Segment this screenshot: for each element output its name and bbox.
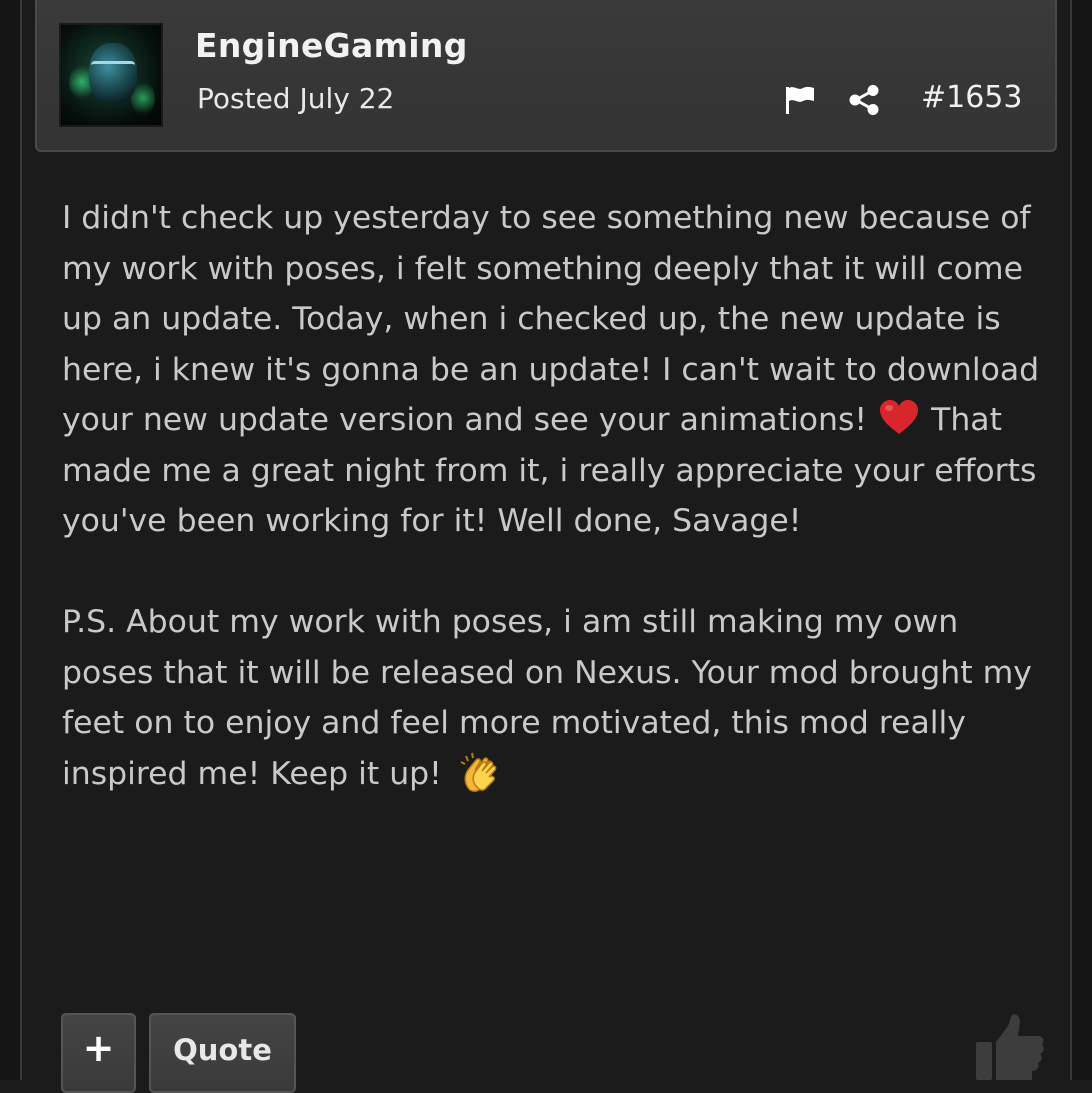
add-reaction-button[interactable]: + [61,1013,136,1093]
post-number-link[interactable]: #1653 [921,80,1022,115]
avatar[interactable] [59,23,163,127]
post-date: Posted July 22 [197,82,395,115]
author-name[interactable]: EngineGaming [195,26,468,65]
page-gutter-right [1072,0,1092,1080]
flag-icon[interactable] [783,84,817,116]
post-paragraph: P.S. About my work with poses, i am stil… [62,597,1052,799]
clapping-hands-icon [460,752,497,792]
post-paragraph: I didn't check up yesterday to see somet… [62,193,1052,547]
post-body: I didn't check up yesterday to see somet… [62,193,1052,799]
quote-button[interactable]: Quote [149,1013,296,1093]
red-heart-icon [880,400,919,434]
thumbs-up-icon[interactable] [974,1012,1046,1080]
post-header: EngineGaming Posted July 22 #1653 [35,0,1057,152]
avatar-glasses [91,61,135,76]
page-gutter-left [0,0,20,1080]
paragraph-text: P.S. About my work with poses, i am stil… [62,604,1032,792]
share-icon[interactable] [847,84,881,116]
